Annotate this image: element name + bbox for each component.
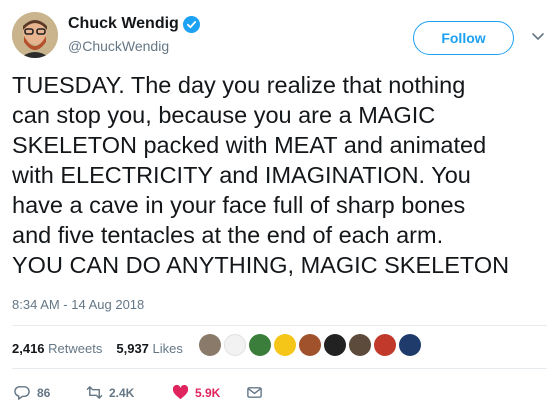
- tweet-timestamp[interactable]: 8:34 AM - 14 Aug 2018: [12, 297, 144, 312]
- tweet-actions: 86 2.4K 5.9K: [14, 384, 263, 401]
- liker-avatar[interactable]: [399, 334, 421, 356]
- tweet-text: TUESDAY. The day you realize that nothin…: [12, 72, 510, 278]
- heart-icon: [172, 384, 189, 400]
- liker-avatar[interactable]: [324, 334, 346, 356]
- liker-avatar[interactable]: [274, 334, 296, 356]
- follow-button[interactable]: Follow: [413, 21, 514, 55]
- liker-avatar[interactable]: [299, 334, 321, 356]
- verified-badge-icon: [182, 15, 200, 33]
- author-name-text[interactable]: Chuck Wendig: [68, 15, 179, 33]
- reply-button[interactable]: 86: [14, 384, 86, 401]
- direct-message-button[interactable]: [246, 384, 263, 401]
- retweet-button[interactable]: 2.4K: [86, 384, 172, 401]
- liker-avatar[interactable]: [374, 334, 396, 356]
- author-name[interactable]: Chuck Wendig: [68, 15, 200, 33]
- reply-count: 86: [37, 385, 51, 400]
- divider: [12, 368, 547, 369]
- liker-avatar[interactable]: [249, 334, 271, 356]
- liker-avatar[interactable]: [199, 334, 221, 356]
- retweet-count: 2.4K: [109, 385, 135, 400]
- likes-count: 5,937: [116, 341, 149, 356]
- liker-avatar[interactable]: [349, 334, 371, 356]
- author-handle[interactable]: @ChuckWendig: [68, 38, 169, 54]
- like-count: 5.9K: [195, 385, 221, 400]
- retweets-stat[interactable]: 2,416 Retweets: [12, 341, 102, 356]
- likes-label: Likes: [152, 341, 183, 356]
- chevron-down-icon[interactable]: [529, 27, 547, 45]
- retweets-label: Retweets: [48, 341, 103, 356]
- reply-icon: [14, 386, 30, 400]
- envelope-icon: [247, 387, 262, 398]
- retweet-icon: [86, 386, 103, 399]
- tweet-stats: 2,416 Retweets 5,937 Likes: [12, 341, 183, 356]
- like-button[interactable]: 5.9K: [172, 384, 246, 401]
- likes-stat[interactable]: 5,937 Likes: [116, 341, 183, 356]
- retweets-count: 2,416: [12, 341, 45, 356]
- liker-avatar[interactable]: [224, 334, 246, 356]
- divider: [12, 325, 547, 326]
- liker-avatars: [199, 334, 421, 356]
- author-avatar[interactable]: [12, 12, 58, 58]
